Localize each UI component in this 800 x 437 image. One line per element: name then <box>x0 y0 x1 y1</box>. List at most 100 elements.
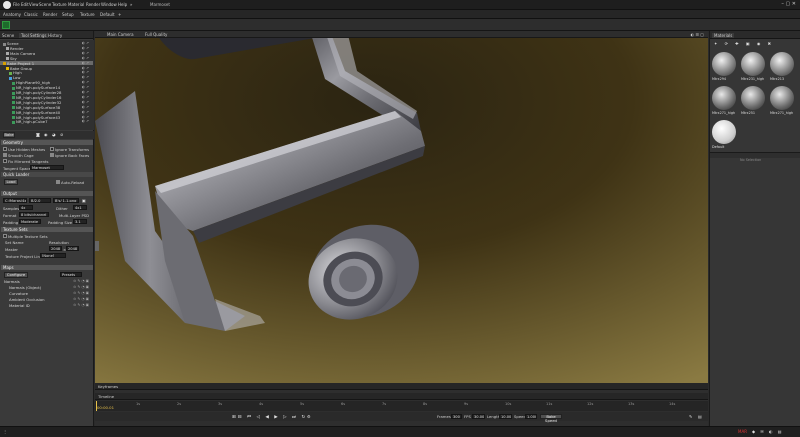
fps-field[interactable]: 30.000 <box>472 413 485 419</box>
menu-help[interactable]: Help <box>118 2 127 7</box>
delete-icon[interactable]: ⊘ <box>60 132 63 137</box>
visibility-icon[interactable]: ◐ ↗ <box>82 110 89 114</box>
edit-icon[interactable]: ✎ <box>689 414 692 419</box>
output-path-field-2[interactable]: B/2.0 <box>29 198 51 203</box>
keyframes-label[interactable]: Keyframes <box>98 384 118 389</box>
visibility-icon[interactable]: ◐ ↗ <box>82 75 89 79</box>
configure-button[interactable]: Configure <box>4 272 28 278</box>
frames-field[interactable]: 300 <box>451 413 462 419</box>
menu-more[interactable]: » <box>130 2 132 7</box>
transport-controls-icon[interactable]: ⊞⊟ ⏮ ◁ ◀ ▶ ▷ ⏭ ↻ <box>232 414 307 420</box>
load-button[interactable]: Load <box>4 179 18 185</box>
scene-tree-item[interactable]: Sky ◐ ↗ <box>0 56 93 61</box>
map-options-icon[interactable]: ⊙ ✎ ◔ ▣ <box>73 297 89 301</box>
scene-tree-item[interactable]: High ◐ ↗ <box>0 70 93 75</box>
format-select[interactable]: 8 bits/channel <box>19 212 49 217</box>
scene-tree-item[interactable]: NR_high.polyCylinder16 ◐ ↗ <box>0 95 93 100</box>
timeline-ruler[interactable]: 00:00.01 1s 2s 3s 4s 5s 6s 7s 8s 9s 10s 11s 12s 13s 1… <box>95 401 708 411</box>
fix-mirrored-checkbox[interactable] <box>3 159 7 163</box>
menu-edit[interactable]: Edit <box>21 2 29 7</box>
scene-tree-item[interactable]: Low ◐ ↗ <box>0 75 93 80</box>
visibility-icon[interactable]: ◐ ↗ <box>82 56 89 60</box>
output-path-field-3[interactable]: B's/ 1.1.png <box>53 198 79 203</box>
scene-tree-item[interactable]: NR_high.pCube7 ◐ ↗ <box>0 119 93 124</box>
use-hidden-checkbox[interactable] <box>3 147 7 151</box>
multiple-texture-sets-checkbox[interactable] <box>3 234 7 238</box>
light-icon[interactable]: ◉ <box>44 132 48 137</box>
material-swatch-default[interactable] <box>712 120 736 144</box>
map-options-icon[interactable]: ⊙ ✎ ◔ ▣ <box>73 303 89 307</box>
menu-file[interactable]: File <box>13 2 20 7</box>
visibility-icon[interactable]: ◐ ↗ <box>82 105 89 109</box>
scene-tree-item[interactable]: NR_high.polyCylinder32 ◐ ↗ <box>0 100 93 105</box>
visibility-icon[interactable]: ◐ ↗ <box>82 61 89 65</box>
bake-button[interactable]: Bake <box>3 132 15 138</box>
tab-setup[interactable]: Setup <box>62 12 74 17</box>
visibility-icon[interactable]: ◐ ↗ <box>82 90 89 94</box>
visibility-icon[interactable]: ◐ ↗ <box>82 80 89 84</box>
visibility-icon[interactable]: ◐ ↗ <box>82 51 89 55</box>
camera-icon[interactable]: ◙ <box>36 132 40 137</box>
material-swatch-5[interactable] <box>741 86 765 110</box>
material-swatch-2[interactable] <box>741 52 765 76</box>
menu-view[interactable]: View <box>29 2 39 7</box>
bake-tool-icon[interactable] <box>2 21 10 29</box>
material-tools-icon[interactable]: ✦ ⟳ ✚ ▣ ◉ ✖ <box>714 41 774 46</box>
tab-render[interactable]: Render <box>43 12 57 17</box>
scene-tree-item[interactable]: Render ◐ ↗ <box>0 46 93 51</box>
ignore-backfaces-checkbox[interactable] <box>50 153 54 157</box>
resolution-height-field[interactable]: 2048 <box>66 246 79 251</box>
map-item[interactable]: Normals ⊙ ✎ ◔ ▣ <box>0 279 93 284</box>
scene-tree-item[interactable]: HighPlane90_high ◐ ↗ <box>0 80 93 85</box>
speed-field[interactable]: 1.000 <box>525 413 537 419</box>
visibility-icon[interactable]: ◐ ↗ <box>82 115 89 119</box>
tab-default[interactable]: Default <box>100 12 115 17</box>
quality-select[interactable]: Full Quality <box>145 32 167 37</box>
smooth-cage-checkbox[interactable] <box>3 153 7 157</box>
maps-section[interactable]: Maps <box>1 265 93 270</box>
scene-tree-item[interactable]: NR_high.polySurface38 ◐ ↗ <box>0 105 93 110</box>
playhead-marker[interactable] <box>96 401 97 411</box>
tangent-space-select[interactable]: Marmoset <box>30 165 64 170</box>
scene-tree-item[interactable]: Bake Project 1 ◐ ↗ <box>0 60 93 66</box>
map-item[interactable]: Curvature ⊙ ✎ ◔ ▣ <box>0 291 93 296</box>
viewport-side-handle[interactable] <box>95 241 99 251</box>
scene-tree-item[interactable]: NR_high.polySurface40 ◐ ↗ <box>0 110 93 115</box>
geometry-section[interactable]: Geometry <box>1 140 93 145</box>
menu-texture[interactable]: Texture <box>52 2 67 7</box>
menu-render[interactable]: Render <box>86 2 100 7</box>
texture-sets-section[interactable]: Texture Sets <box>1 227 93 232</box>
material-swatch-4[interactable] <box>712 86 736 110</box>
visibility-icon[interactable]: ◐ ↗ <box>82 85 89 89</box>
settings-icon[interactable]: ⚙ <box>307 414 311 419</box>
material-swatch-3[interactable] <box>770 52 794 76</box>
padding-select[interactable]: Moderate <box>19 219 41 224</box>
bake-speed-button[interactable]: Bake Speed <box>540 413 562 423</box>
visibility-icon[interactable]: ◐ ↗ <box>82 46 89 50</box>
map-item[interactable]: Ambient Occlusion ⊙ ✎ ◔ ▣ <box>0 297 93 302</box>
scene-tree-item[interactable]: Main Camera ◐ ↗ <box>0 51 93 56</box>
quick-loader-section[interactable]: Quick Loader <box>1 172 93 177</box>
scene-tree-item[interactable]: NR_high.polyCylinder28 ◐ ↗ <box>0 90 93 95</box>
tab-texture[interactable]: Texture <box>80 12 95 17</box>
tab-scene[interactable]: Scene <box>2 33 14 38</box>
tab-add-button[interactable]: + <box>118 12 121 17</box>
scene-tree-item[interactable]: NR_high.polySurface14 ◐ ↗ <box>0 85 93 90</box>
tab-anatomy[interactable]: Anatomy <box>3 12 21 17</box>
bake-icon[interactable]: ◕ <box>52 132 56 137</box>
map-options-icon[interactable]: ⊙ ✎ ◔ ▣ <box>73 291 89 295</box>
material-swatch-1[interactable] <box>712 52 736 76</box>
tray-icons[interactable]: ◆ ✉ ◐ ▤ <box>752 429 784 434</box>
window-controls[interactable]: – ▢ ✕ <box>781 1 796 7</box>
scene-tree-item[interactable]: Scene ◐ ↗ <box>0 41 93 46</box>
length-field[interactable]: 10.000 <box>499 413 512 419</box>
visibility-icon[interactable]: ◐ ↗ <box>82 95 89 99</box>
viewport[interactable]: Main Camera Full Quality ◐ ☰ ▢ <box>95 31 708 383</box>
material-swatch-6[interactable] <box>770 86 794 110</box>
visibility-icon[interactable]: ◐ ↗ <box>82 100 89 104</box>
viewport-options-icon[interactable]: ◐ ☰ ▢ <box>691 32 704 37</box>
map-options-icon[interactable]: ⊙ ✎ ◔ ▣ <box>73 285 89 289</box>
tab-materials[interactable]: Materials <box>712 32 735 38</box>
scene-tree-item[interactable]: Bake Group ◐ ↗ <box>0 66 93 71</box>
visibility-icon[interactable]: ◐ ↗ <box>82 41 89 45</box>
